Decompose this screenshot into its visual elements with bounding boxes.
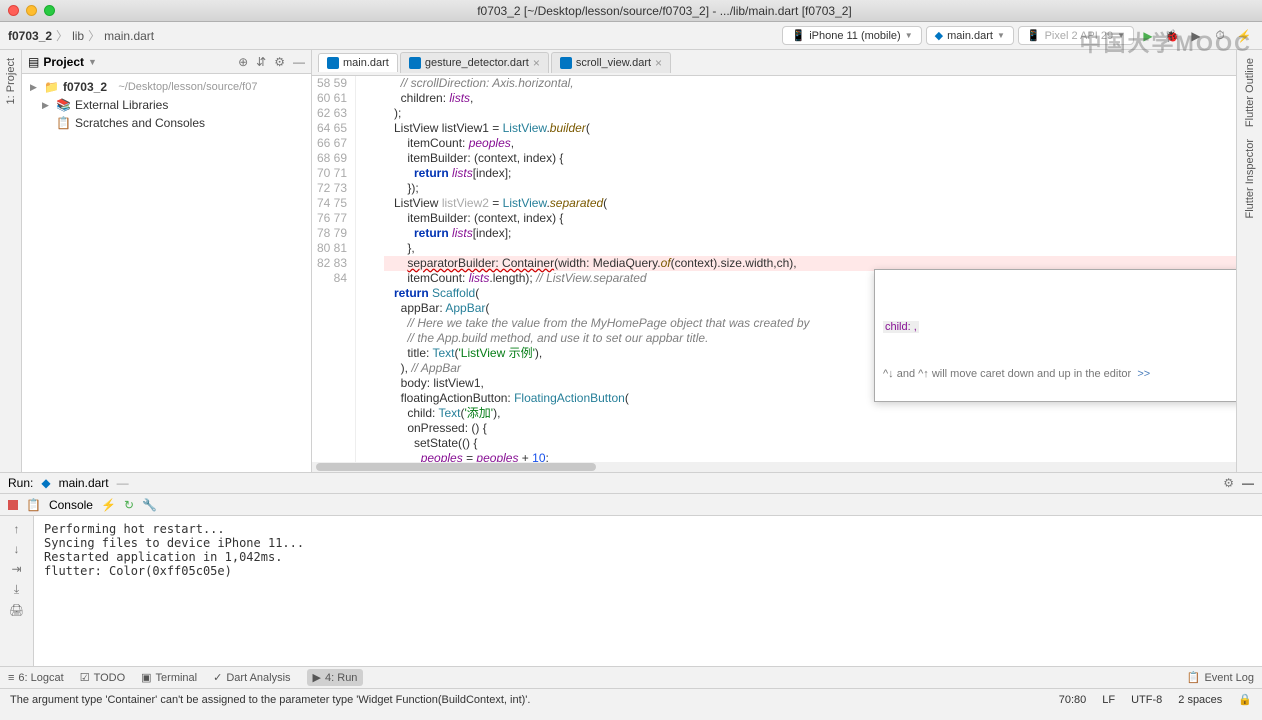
run-config-selector[interactable]: ◆main.dart▼ xyxy=(926,26,1014,45)
breadcrumb-file[interactable]: main.dart xyxy=(104,29,154,43)
flutter-outline-button[interactable]: Flutter Outline xyxy=(1244,54,1256,131)
project-pane: ▤ Project ▼ ⊕ ⇵ ⚙ — ▶📁f0703_2 ~/Desktop/… xyxy=(22,50,312,472)
console-tab[interactable]: Console xyxy=(49,498,93,512)
code-editor[interactable]: // scrollDirection: Axis.horizontal, chi… xyxy=(374,76,1236,462)
ide-status-icon[interactable]: 🔒 xyxy=(1238,693,1252,706)
run-tool-header: Run: ◆ main.dart — ⚙ — xyxy=(0,472,1262,494)
settings-icon[interactable]: ⚙ xyxy=(274,55,285,69)
status-error[interactable]: The argument type 'Container' can't be a… xyxy=(10,694,1043,706)
dart-analysis-tab[interactable]: ✓ Dart Analysis xyxy=(213,671,290,684)
project-tool-button[interactable]: 1: Project xyxy=(5,54,17,108)
line-gutter[interactable]: 58 59 60 61 62 63 64 65 66 67 68 69 70 7… xyxy=(312,76,356,462)
collapse-icon[interactable]: ⇵ xyxy=(256,55,266,69)
breadcrumb-project[interactable]: f0703_2 xyxy=(8,29,52,43)
tab-scroll[interactable]: scroll_view.dart× xyxy=(551,52,671,73)
status-bar: The argument type 'Container' can't be a… xyxy=(0,688,1262,710)
hot-reload-icon[interactable]: ⚡ xyxy=(101,498,116,512)
editor-area: main.dart gesture_detector.dart× scroll_… xyxy=(312,50,1236,472)
run-hide-icon[interactable]: — xyxy=(1242,476,1254,490)
hide-icon[interactable]: — xyxy=(293,55,305,69)
indent-info[interactable]: 2 spaces xyxy=(1178,694,1222,706)
close-window-button[interactable] xyxy=(8,5,19,16)
scroll-icon[interactable]: ⤓ xyxy=(14,582,19,597)
tab-gesture[interactable]: gesture_detector.dart× xyxy=(400,52,549,73)
tree-scratches[interactable]: 📋Scratches and Consoles xyxy=(22,114,311,132)
cursor-position[interactable]: 70:80 xyxy=(1059,694,1087,706)
minimize-window-button[interactable] xyxy=(26,5,37,16)
breadcrumb-folder[interactable]: lib xyxy=(72,29,84,43)
project-tree[interactable]: ▶📁f0703_2 ~/Desktop/lesson/source/f07 ▶📚… xyxy=(22,74,311,136)
run-label: Run: xyxy=(8,476,33,490)
tab-main[interactable]: main.dart xyxy=(318,53,398,72)
bottom-tool-tabs: ≡ 6: Logcat ☑ TODO ▣ Terminal ✓ Dart Ana… xyxy=(0,666,1262,688)
todo-tab[interactable]: ☑ TODO xyxy=(80,671,125,684)
print-icon[interactable]: 🖨 xyxy=(9,603,24,617)
logcat-tab[interactable]: ≡ 6: Logcat xyxy=(8,672,64,684)
terminal-tab[interactable]: ▣ Terminal xyxy=(141,671,197,684)
editor-h-scrollbar[interactable] xyxy=(312,462,1236,472)
console-gutter: ↑ ↓ ⇥ ⤓ 🖨 xyxy=(0,516,34,666)
window-title-bar: f0703_2 [~/Desktop/lesson/source/f0703_2… xyxy=(0,0,1262,22)
flutter-inspector-button[interactable]: Flutter Inspector xyxy=(1244,135,1256,222)
console-output[interactable]: Performing hot restart... Syncing files … xyxy=(34,516,1262,666)
down-icon[interactable]: ↓ xyxy=(14,542,20,556)
tree-external-libs[interactable]: ▶📚External Libraries xyxy=(22,96,311,114)
hot-restart-icon[interactable]: ↻ xyxy=(124,498,134,512)
run-settings-icon[interactable]: ⚙ xyxy=(1223,476,1234,490)
maximize-window-button[interactable] xyxy=(44,5,55,16)
run-config-name[interactable]: main.dart xyxy=(59,476,109,490)
left-gutter: 1: Project xyxy=(0,50,22,472)
event-log-tab[interactable]: 📋 Event Log xyxy=(1187,671,1254,684)
window-title: f0703_2 [~/Desktop/lesson/source/f0703_2… xyxy=(75,4,1254,18)
device-selector[interactable]: 📱iPhone 11 (mobile)▼ xyxy=(782,26,921,45)
completion-popup[interactable]: Widget child: , ^↓ and ^↑ will move care… xyxy=(874,269,1236,402)
file-encoding[interactable]: UTF-8 xyxy=(1131,694,1162,706)
run-tab[interactable]: ▶ 4: Run xyxy=(307,669,364,686)
up-icon[interactable]: ↑ xyxy=(14,522,20,536)
wrap-icon[interactable]: ⇥ xyxy=(11,562,21,576)
open-devtools-icon[interactable]: 🔧 xyxy=(142,498,157,512)
locate-icon[interactable]: ⊕ xyxy=(238,55,248,69)
watermark: 中国大学MOOC xyxy=(1080,26,1252,58)
right-gutter: Flutter Outline Flutter Inspector xyxy=(1236,50,1262,472)
stop-button[interactable] xyxy=(8,500,18,510)
line-separator[interactable]: LF xyxy=(1102,694,1115,706)
project-pane-title[interactable]: Project xyxy=(43,55,84,69)
navigation-bar: f0703_2 〉lib 〉main.dart 📱iPhone 11 (mobi… xyxy=(0,22,1262,50)
console-toolbar: 📋 Console ⚡ ↻ 🔧 xyxy=(0,494,1262,516)
